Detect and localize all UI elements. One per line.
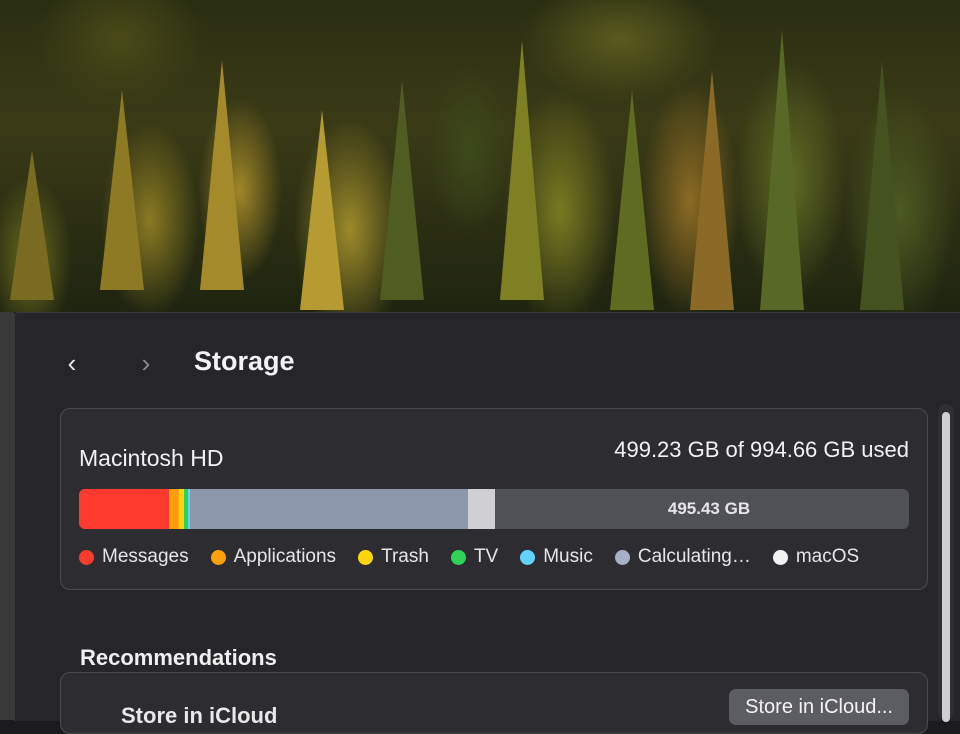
tree (610, 90, 654, 310)
tree (690, 70, 734, 310)
storage-card: Macintosh HD 499.23 GB of 994.66 GB used… (60, 408, 928, 590)
legend-item: Applications (210, 546, 337, 568)
used-summary: 499.23 GB of 994.66 GB used (614, 437, 909, 462)
recommendation-title: Store in iCloud (121, 703, 278, 728)
storage-segment-applications[interactable] (169, 489, 180, 529)
legend-item: Trash (358, 546, 429, 568)
recommendations-title: Recommendations (80, 645, 277, 670)
legend-label: Calculating… (637, 546, 751, 567)
legend-label: Messages (102, 546, 189, 567)
tree (200, 60, 244, 290)
storage-segment-calculating[interactable] (190, 489, 469, 529)
legend-label: TV (473, 546, 499, 567)
legend-label: Trash (381, 546, 429, 567)
legend-item: macOS (772, 546, 860, 568)
page-title: Storage (194, 346, 295, 376)
tree (860, 60, 904, 310)
storage-segment-macos[interactable] (468, 489, 495, 529)
legend-dot-icon (450, 549, 466, 565)
tree (100, 90, 144, 290)
legend-item: Music (520, 546, 593, 568)
storage-segment-messages[interactable] (79, 489, 170, 529)
storage-legend: Messages Applications Trash TV Music Calculat… (79, 546, 881, 568)
tree (380, 80, 424, 300)
scroll-thumb[interactable] (942, 412, 950, 722)
legend-dot-icon (772, 549, 788, 565)
desktop-wallpaper (0, 0, 960, 312)
legend-item: Messages (79, 546, 189, 568)
storage-usage-bar[interactable]: 495.43 GB (79, 489, 909, 529)
tree (760, 30, 804, 310)
legend-label: Applications (233, 546, 337, 567)
chevron-left-icon: ‹ (67, 348, 77, 378)
back-button[interactable]: ‹ (58, 346, 86, 380)
legend-dot-icon (210, 549, 226, 565)
legend-dot-icon (79, 549, 94, 565)
scrollbar[interactable] (938, 404, 954, 722)
tree (500, 40, 544, 300)
volume-name: Macintosh HD (79, 445, 224, 471)
legend-item: TV (450, 546, 499, 568)
tree (10, 150, 54, 300)
recommendation-card: Store in iCloud Store in iCloud... (60, 672, 928, 734)
legend-dot-icon (520, 549, 536, 565)
tree (300, 110, 344, 310)
legend-label: Music (543, 546, 593, 567)
chevron-right-icon: › (141, 348, 151, 378)
legend-item: Calculating… (614, 546, 751, 568)
legend-dot-icon (614, 549, 630, 565)
forward-button[interactable]: › (132, 346, 160, 380)
legend-dot-icon (358, 549, 374, 565)
adjacent-window-edge (0, 312, 14, 720)
free-space-label: 495.43 GB (667, 499, 751, 518)
legend-label: macOS (795, 546, 860, 567)
